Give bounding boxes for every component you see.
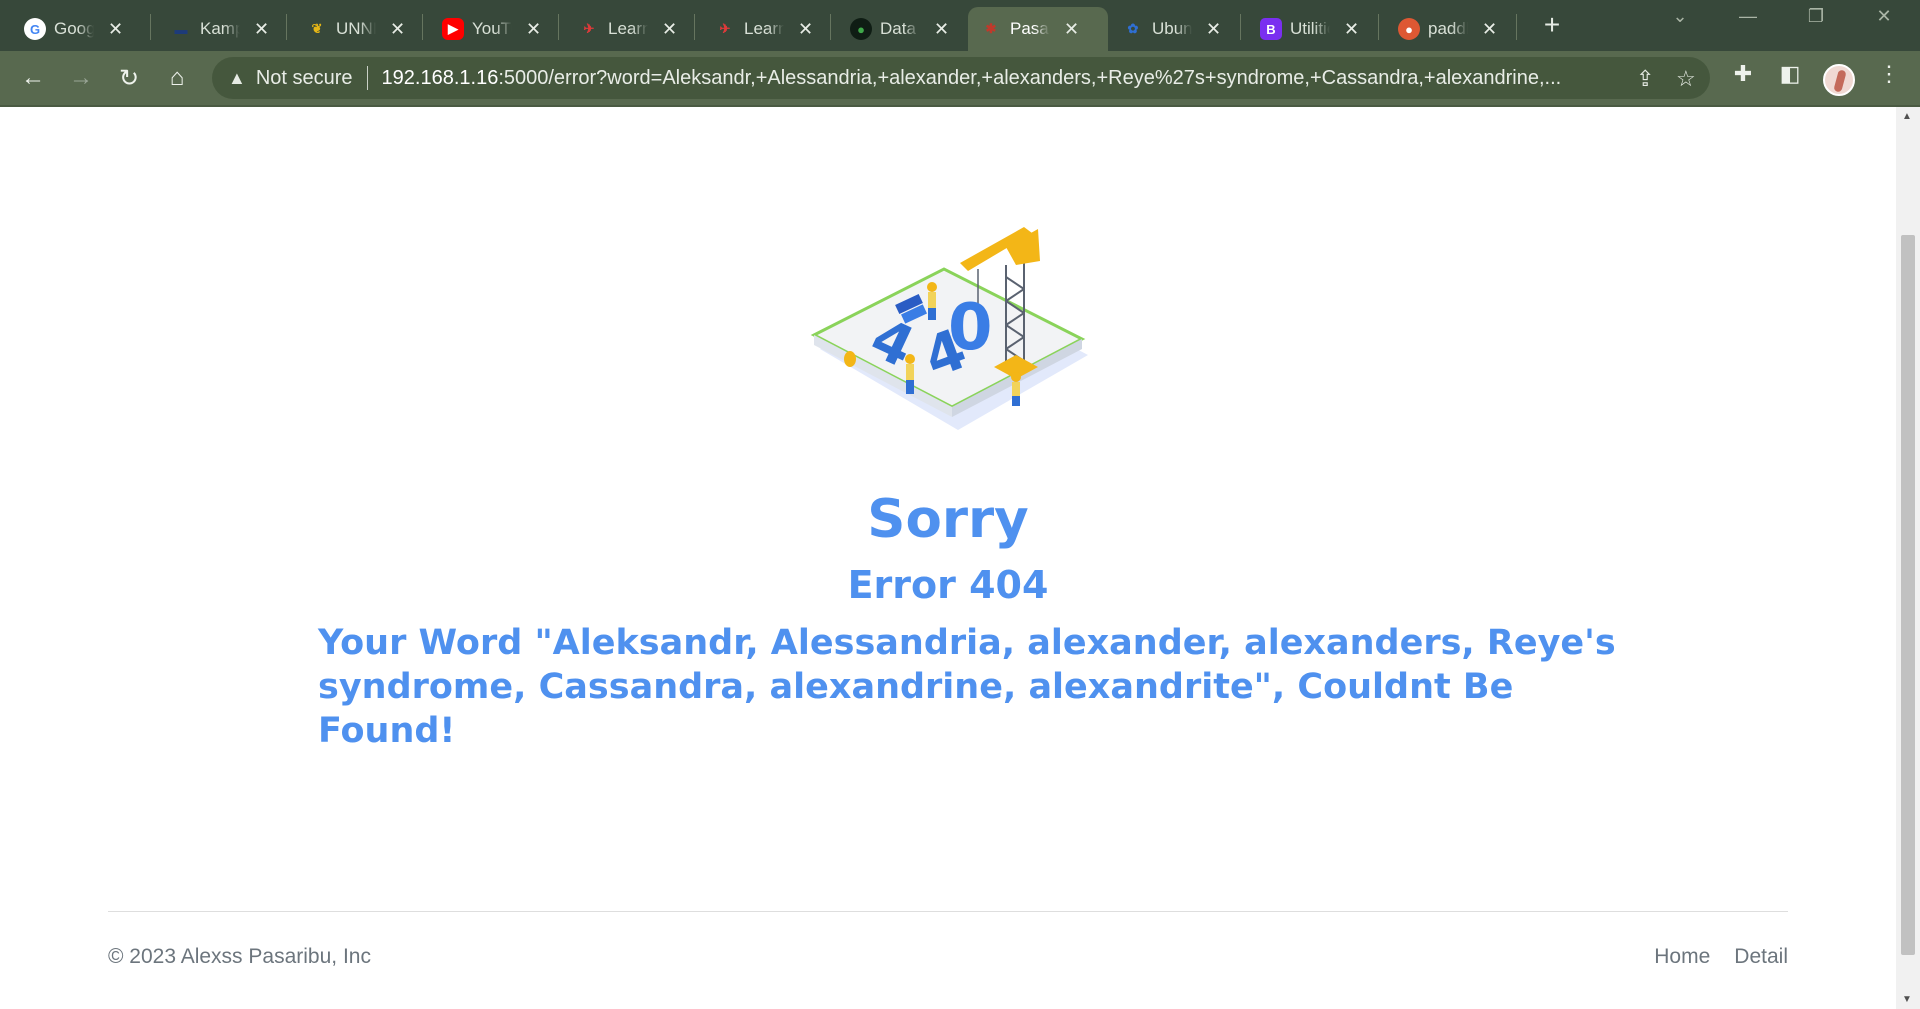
menu-kebab-icon[interactable]: ⋮: [1872, 61, 1906, 87]
close-tab-icon[interactable]: ✕: [108, 19, 123, 40]
reload-icon[interactable]: ↻: [110, 59, 148, 97]
restore-icon[interactable]: ❐: [1796, 6, 1836, 27]
close-tab-icon[interactable]: ✕: [1482, 19, 1497, 40]
close-window-icon[interactable]: ✕: [1864, 6, 1904, 27]
tab-paddle[interactable]: ● paddle ✕: [1386, 7, 1507, 51]
browser-toolbar: ← → ↻ ⌂ ▲ Not secure 192.168.1.16:5000/e…: [0, 51, 1920, 107]
tab-separator: [1240, 14, 1241, 40]
tab-pasaribu-active[interactable]: ✱ Pasaribu ✕: [968, 7, 1108, 51]
close-tab-icon[interactable]: ✕: [662, 19, 677, 40]
worker-figure: [905, 354, 915, 394]
tab-title: Kampus: [200, 19, 240, 38]
home-icon[interactable]: ⌂: [158, 59, 196, 97]
footer-nav: Home Detail: [1654, 945, 1788, 969]
footer-copyright: © 2023 Alexss Pasaribu, Inc: [108, 945, 371, 968]
worker-figure: [1011, 372, 1021, 406]
tab-separator: [286, 14, 287, 40]
back-icon[interactable]: ←: [14, 59, 52, 97]
tab-youtube[interactable]: ▶ YouTube ✕: [430, 7, 551, 51]
profile-avatar[interactable]: [1823, 64, 1855, 96]
worker-figure: [927, 282, 937, 320]
url-host: 192.168.1.16: [381, 66, 499, 89]
bootstrap-icon: B: [1260, 18, 1282, 40]
construction-404-illustration: 4 0 4: [810, 227, 1088, 430]
bug-icon: ✱: [985, 21, 997, 36]
close-tab-icon[interactable]: ✕: [1206, 19, 1221, 40]
close-tab-icon[interactable]: ✕: [390, 19, 405, 40]
page-heading: Sorry: [867, 489, 1029, 550]
tab-kampus[interactable]: ▬ Kampus ✕: [158, 7, 279, 51]
close-tab-icon[interactable]: ✕: [934, 19, 949, 40]
tab-title: Data: [880, 19, 916, 38]
learn-icon: ✈: [583, 21, 595, 36]
url-path: :5000/error?word=Aleksandr,+Alessandria,…: [498, 66, 1562, 89]
tab-learn-2[interactable]: ✈ Learn ✕: [702, 7, 823, 51]
google-icon: G: [24, 18, 46, 40]
tab-learn-1[interactable]: ✈ Learn ✕: [566, 7, 687, 51]
page-content: 4 0 4 Sorry Error 404 Your Word "Aleksan…: [0, 107, 1896, 1009]
scroll-down-arrow-icon[interactable]: ▼: [1902, 994, 1912, 1005]
side-panel-icon[interactable]: ◧: [1773, 61, 1807, 87]
tab-unnes[interactable]: ❦ UNNES ✕: [294, 7, 415, 51]
duckduckgo-icon: ●: [1398, 18, 1420, 40]
learn-icon: ✈: [719, 21, 731, 36]
omnibox-separator: [366, 66, 368, 90]
tab-separator: [558, 14, 559, 40]
tab-title: YouTube: [472, 19, 512, 38]
close-tab-icon[interactable]: ✕: [1344, 19, 1359, 40]
tab-title: Learn: [744, 19, 784, 38]
youtube-icon: ▶: [442, 18, 464, 40]
tab-title: Pasaribu: [1010, 19, 1050, 38]
tab-strip: G Google ✕ ▬ Kampus ✕ ❦ UNNES ✕ ▶ YouTub…: [0, 0, 1920, 51]
forward-icon[interactable]: →: [62, 59, 100, 97]
footer-link-home[interactable]: Home: [1654, 945, 1710, 969]
kampus-icon: ▬: [174, 21, 188, 37]
close-tab-icon[interactable]: ✕: [254, 19, 269, 40]
tab-data[interactable]: ● Data ✕: [838, 7, 959, 51]
close-tab-icon[interactable]: ✕: [526, 19, 541, 40]
tab-title: Learn: [608, 19, 648, 38]
bookmark-star-icon[interactable]: ☆: [1676, 66, 1696, 92]
tab-title: paddle: [1428, 19, 1468, 38]
mongodb-icon: ●: [850, 18, 872, 40]
extensions-icon[interactable]: ✚: [1726, 61, 1760, 87]
tab-title: Google: [54, 19, 94, 38]
warning-icon[interactable]: ▲: [228, 68, 246, 89]
ubuntu-icon: ✿: [1127, 21, 1139, 36]
scroll-up-arrow-icon[interactable]: ▲: [1902, 111, 1912, 122]
footer-divider: [108, 911, 1788, 912]
tab-search-icon[interactable]: ⌄: [1660, 6, 1700, 27]
close-tab-icon[interactable]: ✕: [798, 19, 813, 40]
tab-title: Ubuntu: [1152, 19, 1192, 38]
tab-separator: [1516, 14, 1517, 40]
tab-separator: [1378, 14, 1379, 40]
tab-separator: [830, 14, 831, 40]
tab-google[interactable]: G Google ✕: [12, 7, 133, 51]
minimize-icon[interactable]: —: [1728, 6, 1768, 27]
scroll-thumb[interactable]: [1901, 235, 1915, 955]
tab-title: Utilities: [1290, 19, 1330, 38]
error-code: Error 404: [847, 563, 1049, 607]
address-bar[interactable]: ▲ Not secure 192.168.1.16:5000/error?wor…: [212, 57, 1710, 99]
security-label[interactable]: Not secure: [256, 67, 353, 90]
not-found-message: Your Word "Aleksandr, Alessandria, alexa…: [318, 623, 1616, 751]
tab-title: UNNES: [336, 19, 376, 38]
close-tab-icon[interactable]: ✕: [1064, 19, 1079, 40]
tab-ubuntu[interactable]: ✿ Ubuntu ✕: [1110, 7, 1231, 51]
tab-separator: [422, 14, 423, 40]
footer-link-detail[interactable]: Detail: [1734, 945, 1788, 969]
share-icon[interactable]: ⇪: [1636, 66, 1654, 92]
illustration-digit-0: 0: [948, 291, 993, 365]
tab-separator: [694, 14, 695, 40]
page-scrollbar[interactable]: ▲ ▼: [1896, 107, 1920, 1009]
tab-separator: [150, 14, 151, 40]
new-tab-icon[interactable]: +: [1536, 10, 1568, 42]
url-text[interactable]: 192.168.1.16:5000/error?word=Aleksandr,+…: [382, 67, 1592, 90]
unnes-icon: ❦: [311, 21, 323, 36]
tab-utilities[interactable]: B Utilities ✕: [1248, 7, 1369, 51]
